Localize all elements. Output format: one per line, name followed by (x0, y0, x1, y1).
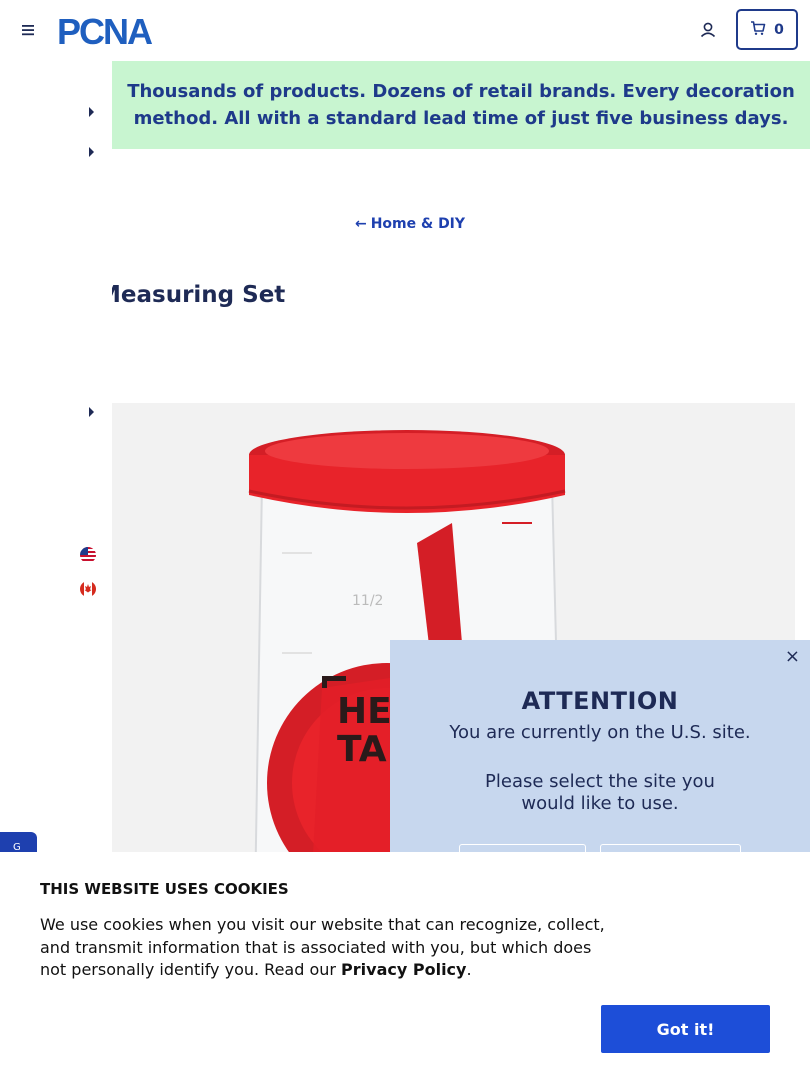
product-title: Measuring Set (112, 282, 286, 308)
svg-text:HE: HE (337, 691, 392, 732)
cart-icon (750, 20, 766, 40)
promo-banner: Thousands of products. Dozens of retail … (112, 61, 810, 149)
accept-cookies-button[interactable]: Got it! (601, 1005, 770, 1053)
arrow-left-icon: ← (354, 216, 367, 232)
cookie-text-end: . (466, 960, 472, 979)
breadcrumb-back-link[interactable]: ← Home & DIY (0, 216, 810, 232)
cookie-title: THIS WEBSITE USES COOKIES (40, 880, 289, 898)
product-title-container: Measuring Set (112, 282, 512, 322)
modal-title: ATTENTION (521, 687, 679, 715)
promo-banner-text: Thousands of products. Dozens of retail … (127, 81, 795, 129)
hamburger-menu-icon[interactable] (18, 20, 38, 40)
modal-current-site-text: You are currently on the U.S. site. (449, 722, 751, 743)
svg-text:PCNA: PCNA (57, 14, 153, 48)
site-header: PCNA 0 (0, 0, 810, 61)
breadcrumb-label: Home & DIY (370, 216, 466, 232)
privacy-policy-link[interactable]: Privacy Policy (341, 960, 466, 979)
modal-select-prompt-line2: would like to use. (521, 793, 679, 814)
cookie-text: We use cookies when you visit our websit… (40, 914, 610, 982)
account-icon[interactable] (697, 19, 719, 41)
cookie-consent-banner: THIS WEBSITE USES COOKIES We use cookies… (0, 852, 810, 1080)
svg-text:TA: TA (337, 729, 387, 770)
modal-select-prompt-line1: Please select the site you (485, 771, 715, 792)
cookie-text-body: We use cookies when you visit our websit… (40, 915, 605, 979)
cart-count: 0 (774, 21, 784, 38)
caret-right-icon[interactable] (88, 107, 96, 117)
cart-button[interactable]: 0 (736, 9, 798, 50)
caret-right-icon[interactable] (88, 147, 96, 157)
pcna-logo[interactable]: PCNA (57, 11, 177, 52)
canada-flag-icon[interactable] (80, 581, 96, 597)
close-icon[interactable]: × (785, 646, 800, 667)
svg-text:11/2: 11/2 (352, 593, 383, 609)
caret-right-icon[interactable] (88, 407, 96, 417)
us-flag-icon[interactable] (80, 547, 96, 563)
